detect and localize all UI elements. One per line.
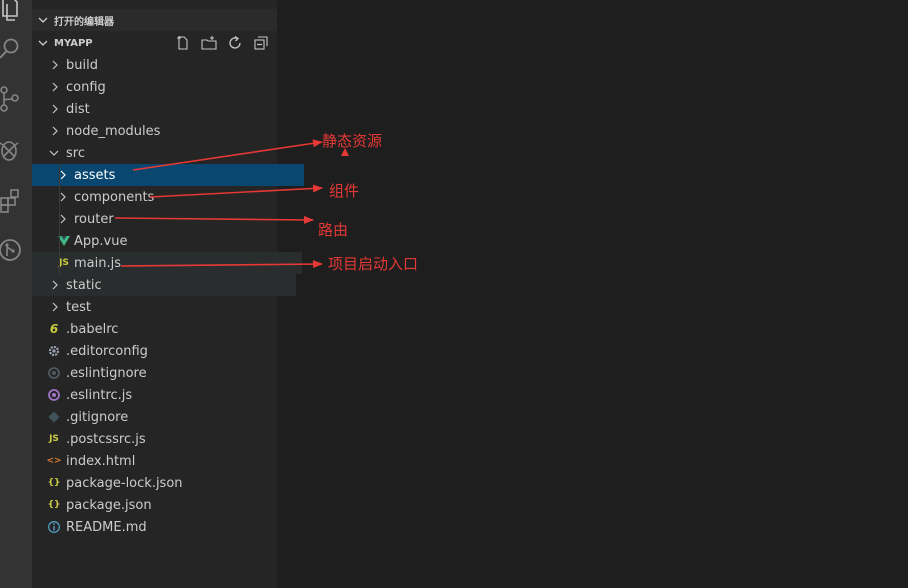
tree-file-main-js[interactable]: JS main.js <box>32 252 302 274</box>
chevron-right-icon <box>52 60 58 70</box>
search-icon[interactable] <box>0 35 20 61</box>
tree-item-label: index.html <box>66 453 136 469</box>
git-icon <box>48 411 60 423</box>
tree-file-postcssrc[interactable]: JS .postcssrc.js <box>32 428 292 450</box>
chevron-right-icon <box>52 82 58 92</box>
tree-item-label: router <box>74 211 114 227</box>
chevron-right-icon <box>52 104 58 114</box>
project-root-header[interactable]: MYAPP <box>32 32 277 54</box>
tree-file-package-json[interactable]: {} package.json <box>32 494 292 516</box>
chevron-right-icon <box>60 170 66 180</box>
gear-icon <box>48 345 60 357</box>
annotation-components-label: 组件 <box>329 182 360 200</box>
chevron-right-icon <box>60 214 66 224</box>
tree-item-label: package-lock.json <box>66 475 183 491</box>
html-file-icon: <> <box>46 456 62 466</box>
tree-folder-build[interactable]: build <box>32 54 296 76</box>
explorer-icon[interactable] <box>0 0 20 26</box>
tree-item-label: src <box>66 145 85 161</box>
tree-item-label: .gitignore <box>66 409 129 425</box>
tree-folder-components[interactable]: components <box>32 186 304 208</box>
tree-file-package-lock[interactable]: {} package-lock.json <box>32 472 292 494</box>
annotation-main-label: 项目启动入口 <box>328 255 419 273</box>
tree-file-eslintrc[interactable]: .eslintrc.js <box>32 384 292 406</box>
tree-item-label: .postcssrc.js <box>66 431 146 447</box>
tree-file-app-vue[interactable]: App.vue <box>32 230 302 252</box>
tree-folder-node-modules[interactable]: node_modules <box>32 120 296 142</box>
json-file-icon: {} <box>47 478 61 488</box>
chevron-down-icon <box>38 17 48 23</box>
tree-file-editorconfig[interactable]: .editorconfig <box>32 340 292 362</box>
tree-file-gitignore[interactable]: .gitignore <box>32 406 292 428</box>
tree-folder-src[interactable]: src <box>32 142 294 164</box>
explorer-actions <box>175 35 269 51</box>
tree-item-label: main.js <box>74 255 121 271</box>
tree-file-eslintignore[interactable]: .eslintignore <box>32 362 292 384</box>
babel-file-icon: 6 <box>49 322 59 336</box>
annotation-router-label: 路由 <box>318 221 349 239</box>
explorer-sidebar: 打开的编辑器 MYAPP build config dist node_modu… <box>32 0 304 588</box>
tree-file-index-html[interactable]: <> index.html <box>32 450 292 472</box>
json-file-icon: {} <box>47 500 61 510</box>
chevron-right-icon <box>52 280 58 290</box>
new-file-icon[interactable] <box>175 35 191 51</box>
project-root-label: MYAPP <box>54 37 93 49</box>
tree-item-label: static <box>66 277 102 293</box>
tree-item-label: dist <box>66 101 90 117</box>
tree-item-label: assets <box>74 167 116 183</box>
tree-folder-config[interactable]: config <box>32 76 296 98</box>
chevron-right-icon <box>52 126 58 136</box>
tree-item-label: .babelrc <box>66 321 119 337</box>
tree-item-label: .editorconfig <box>66 343 148 359</box>
chevron-right-icon <box>60 192 66 202</box>
new-folder-icon[interactable] <box>201 35 217 51</box>
chevron-down-icon <box>38 40 48 46</box>
tree-item-label: package.json <box>66 497 152 513</box>
git-graph-icon[interactable] <box>0 237 21 263</box>
tree-folder-test[interactable]: test <box>32 296 296 318</box>
tree-item-label: build <box>66 57 98 73</box>
eslint-ignore-icon <box>48 367 60 379</box>
tree-item-label: config <box>66 79 106 95</box>
tree-folder-router[interactable]: router <box>32 208 304 230</box>
open-editors-header[interactable]: 打开的编辑器 <box>32 9 277 31</box>
open-editors-label: 打开的编辑器 <box>54 16 114 28</box>
tree-item-label: .eslintignore <box>66 365 147 381</box>
refresh-icon[interactable] <box>227 35 243 51</box>
tree-folder-dist[interactable]: dist <box>32 98 296 120</box>
tree-item-label: components <box>74 189 155 205</box>
eslint-icon <box>48 389 60 401</box>
collapse-all-icon[interactable] <box>253 35 269 51</box>
tree-folder-static[interactable]: static <box>32 274 296 296</box>
tree-item-label: .eslintrc.js <box>66 387 133 403</box>
tree-item-label: test <box>66 299 91 315</box>
annotation-assets-label: 静态资源 <box>322 132 383 150</box>
info-icon <box>48 521 60 533</box>
tree-item-label: README.md <box>66 519 147 535</box>
extensions-icon[interactable] <box>0 187 20 213</box>
debug-icon[interactable] <box>0 137 20 163</box>
tree-file-readme[interactable]: README.md <box>32 516 292 538</box>
tree-file-babelrc[interactable]: 6 .babelrc <box>32 318 292 340</box>
chevron-down-icon <box>49 150 59 156</box>
source-control-icon[interactable] <box>0 86 20 112</box>
tree-indent-guide <box>59 164 60 274</box>
tree-item-label: node_modules <box>66 123 161 139</box>
tree-folder-assets[interactable]: assets <box>32 164 304 186</box>
activity-bar <box>0 0 32 588</box>
chevron-right-icon <box>52 302 58 312</box>
js-file-icon: JS <box>49 434 59 444</box>
tree-item-label: App.vue <box>74 233 128 249</box>
